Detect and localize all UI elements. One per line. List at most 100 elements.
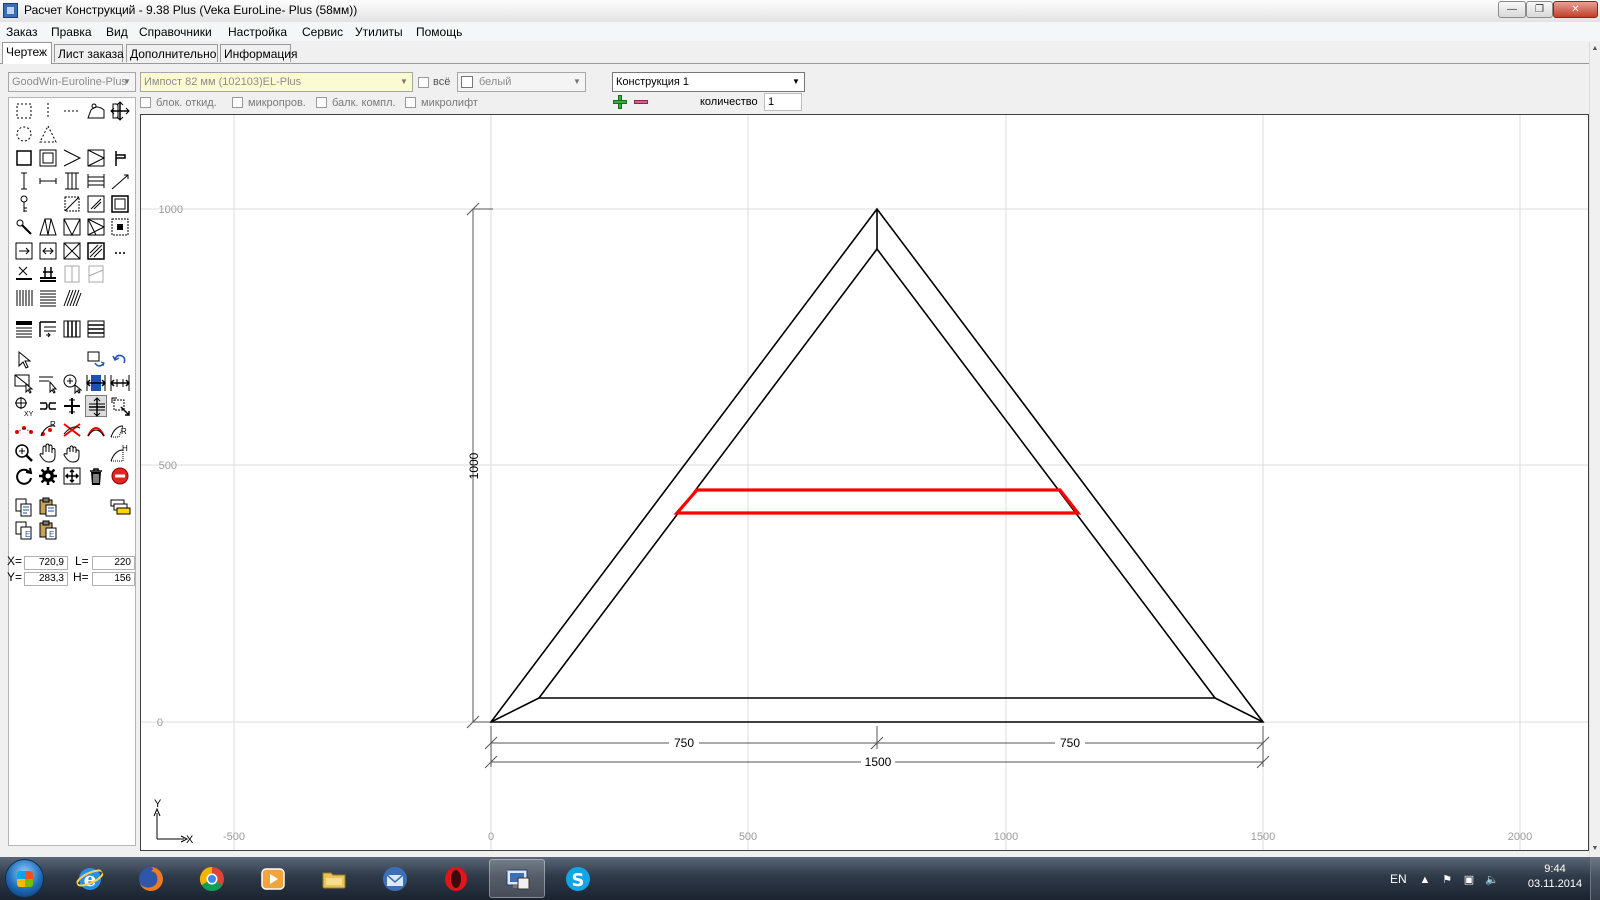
taskbar-internet-explorer[interactable]: e bbox=[62, 859, 118, 898]
cross-profile-tool-icon[interactable] bbox=[61, 395, 83, 417]
remove-construction-icon[interactable] bbox=[634, 100, 648, 104]
arc-height-tool-icon[interactable]: H bbox=[109, 442, 131, 464]
clock[interactable]: 9:44 03.11.2014 bbox=[1524, 862, 1586, 892]
micro-ventilation-checkbox[interactable] bbox=[232, 97, 243, 108]
taskbar-chrome[interactable] bbox=[184, 859, 240, 898]
zoom-window-tool-icon[interactable] bbox=[85, 349, 107, 371]
language-indicator[interactable]: EN bbox=[1390, 872, 1407, 886]
taskbar-file-explorer[interactable] bbox=[306, 859, 362, 898]
impost-select[interactable]: Импост 82 мм (102103)EL-Plus ▼ bbox=[140, 72, 413, 92]
close-button[interactable]: ✕ bbox=[1553, 1, 1598, 18]
connector-tool-icon[interactable] bbox=[37, 263, 59, 285]
horizontal-impost-tool-icon[interactable] bbox=[37, 170, 59, 192]
all-checkbox[interactable] bbox=[418, 77, 429, 88]
split-diagonal-disabled-icon[interactable] bbox=[85, 263, 107, 285]
more-tools-icon[interactable] bbox=[109, 240, 131, 262]
copy-icon[interactable] bbox=[13, 496, 35, 518]
network-icon[interactable]: ▣ bbox=[1463, 874, 1475, 886]
tab-order-sheet[interactable]: Лист заказа bbox=[54, 44, 124, 62]
selected-impost[interactable] bbox=[673, 488, 1082, 515]
gear-icon[interactable] bbox=[37, 465, 59, 487]
triangle-tool-icon[interactable] bbox=[37, 123, 59, 145]
key-tool-icon[interactable] bbox=[13, 193, 35, 215]
panel-tool-icon[interactable] bbox=[109, 193, 131, 215]
arc-figure-tool-icon[interactable] bbox=[85, 100, 107, 122]
frame-tool-icon[interactable] bbox=[13, 147, 35, 169]
vertical-scrollbar[interactable]: ▲ ▼ bbox=[1589, 42, 1600, 856]
point-markers-tool-icon[interactable] bbox=[13, 418, 35, 440]
layers-icon[interactable] bbox=[109, 496, 131, 518]
profile-system-select[interactable]: GoodWin-Euroline-Plus ▼ bbox=[8, 72, 136, 92]
taskbar-skype[interactable]: S bbox=[550, 859, 606, 898]
taskbar-media-player[interactable] bbox=[245, 859, 301, 898]
pointer-tool-icon[interactable] bbox=[13, 349, 35, 371]
scroll-down-icon[interactable]: ▼ bbox=[1590, 842, 1600, 856]
refresh-icon[interactable] bbox=[13, 465, 35, 487]
balcony-kit-checkbox[interactable] bbox=[316, 97, 327, 108]
zoom-select-tool-icon[interactable] bbox=[61, 372, 83, 394]
menu-utilities[interactable]: Утилиты bbox=[355, 25, 403, 39]
menu-help[interactable]: Помощь bbox=[416, 25, 462, 39]
drawing-canvas[interactable]: -500 0 500 1000 1500 2000 1000 500 0 100… bbox=[140, 114, 1589, 851]
menu-view[interactable]: Вид bbox=[106, 25, 128, 39]
start-button[interactable] bbox=[5, 859, 44, 898]
tab-additional[interactable]: Дополнительно bbox=[126, 44, 218, 62]
taskbar-firefox[interactable] bbox=[123, 859, 179, 898]
double-vertical-tool-icon[interactable] bbox=[61, 170, 83, 192]
move-cross-tool-icon[interactable] bbox=[109, 100, 131, 122]
scroll-up-icon[interactable]: ▲ bbox=[1590, 42, 1600, 56]
join-profile-tool-icon[interactable] bbox=[37, 395, 59, 417]
undo-icon[interactable] bbox=[109, 349, 131, 371]
split-vertical-disabled-icon[interactable] bbox=[61, 263, 83, 285]
slide-both-tool-icon[interactable] bbox=[37, 240, 59, 262]
tab-drawing[interactable]: Чертеж bbox=[2, 42, 52, 64]
add-construction-icon[interactable] bbox=[613, 95, 627, 109]
taskbar-thunderbird[interactable] bbox=[367, 859, 423, 898]
arc-radius-tool-icon[interactable]: R bbox=[109, 418, 131, 440]
vertical-impost-tool-icon[interactable] bbox=[13, 170, 35, 192]
circle-tool-icon[interactable] bbox=[13, 123, 35, 145]
show-desktop-button[interactable] bbox=[1590, 857, 1600, 900]
menu-service[interactable]: Сервис bbox=[302, 25, 343, 39]
rollerblind-adjust-tool-icon[interactable] bbox=[37, 318, 59, 340]
volume-icon[interactable]: 🔈 bbox=[1485, 874, 1499, 886]
stop-icon[interactable] bbox=[109, 465, 131, 487]
trapezoid-tool-icon[interactable] bbox=[37, 216, 59, 238]
zoom-in-icon[interactable] bbox=[13, 442, 35, 464]
select-line-tool-icon[interactable] bbox=[37, 372, 59, 394]
handle-tool-icon[interactable] bbox=[109, 147, 131, 169]
blind-fixed-tool-icon[interactable] bbox=[61, 240, 83, 262]
vertical-dash-tool-icon[interactable] bbox=[37, 100, 59, 122]
resize-element-tool-icon[interactable] bbox=[109, 395, 131, 417]
sash-block-checkbox[interactable] bbox=[140, 97, 151, 108]
vertical-lines-tool-icon[interactable] bbox=[13, 287, 35, 309]
action-center-flag-icon[interactable]: ⚑ bbox=[1441, 874, 1453, 886]
paste-construction-icon[interactable]: E bbox=[37, 519, 59, 541]
radius-point-tool-icon[interactable]: R bbox=[37, 418, 59, 440]
coordinate-point-tool-icon[interactable]: XY bbox=[13, 395, 35, 417]
cut-profile-tool-icon[interactable] bbox=[13, 263, 35, 285]
tab-information[interactable]: Информация bbox=[220, 44, 297, 62]
copy-construction-icon[interactable]: E bbox=[13, 519, 35, 541]
construction-select[interactable]: Конструкция 1 ▼ bbox=[612, 72, 805, 92]
double-horizontal-tool-icon[interactable] bbox=[85, 170, 107, 192]
tilt-turn-tool-icon[interactable] bbox=[85, 216, 107, 238]
move-element-tool-icon[interactable] bbox=[85, 395, 107, 417]
hatch-glass-tool-icon[interactable] bbox=[85, 193, 107, 215]
restore-button[interactable]: ❐ bbox=[1526, 1, 1553, 18]
color-select[interactable]: белый ▼ bbox=[457, 72, 586, 92]
fit-horizontal-tool-icon[interactable] bbox=[85, 372, 107, 394]
menu-references[interactable]: Справочники bbox=[139, 25, 212, 39]
minimize-button[interactable]: — bbox=[1498, 1, 1526, 18]
menu-settings[interactable]: Настройка bbox=[228, 25, 287, 39]
quantity-input[interactable]: 1 bbox=[764, 93, 802, 111]
select-window-tool-icon[interactable] bbox=[13, 372, 35, 394]
hatch-panel-tool-icon[interactable] bbox=[85, 240, 107, 262]
vertical-blind-tool-icon[interactable] bbox=[61, 318, 83, 340]
opening-right-tool-icon[interactable] bbox=[61, 147, 83, 169]
taskbar-active-app[interactable] bbox=[489, 859, 545, 898]
opening-sash-tool-icon[interactable] bbox=[85, 147, 107, 169]
delete-point-tool-icon[interactable] bbox=[61, 418, 83, 440]
microlift-checkbox[interactable] bbox=[405, 97, 416, 108]
slide-right-tool-icon[interactable] bbox=[13, 240, 35, 262]
